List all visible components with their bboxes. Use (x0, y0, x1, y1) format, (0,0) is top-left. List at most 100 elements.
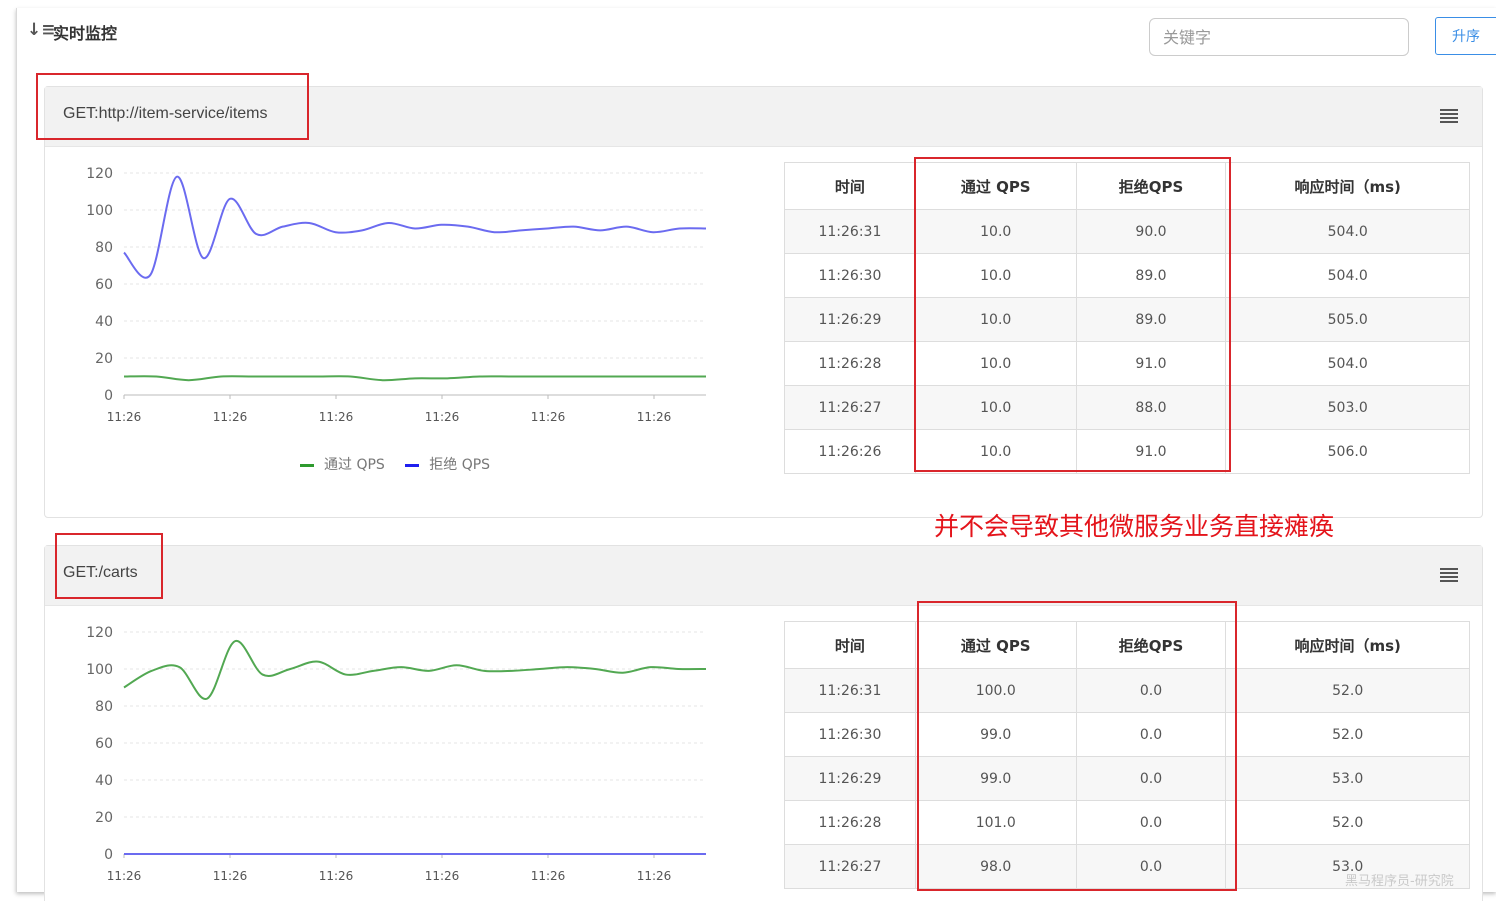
page-title: 实时监控 (53, 24, 118, 43)
table-cell: 11:26:29 (784, 297, 916, 342)
table-cell: 90.0 (1075, 209, 1227, 254)
table-cell: 504.0 (1225, 341, 1470, 386)
table-row: 11:26:31 10.0 90.0 504.0 (784, 209, 1470, 254)
col-header-block-qps: 拒绝QPS (1075, 162, 1227, 210)
card-header: GET:http://item-service/items (45, 87, 1482, 147)
block-qps-line[interactable] (123, 175, 707, 279)
qps-line-chart-carts: 0 20 40 60 80 100 120 11:26 11:26 11:26 11:26 11:26… (86, 625, 707, 883)
table-cell: 89.0 (1075, 297, 1227, 342)
table-row: 11:26:29 99.0 0.0 53.0 (784, 756, 1470, 801)
table-row: 11:26:26 10.0 91.0 506.0 (784, 429, 1470, 474)
table-cell: 100.0 (914, 668, 1077, 713)
table-row: 11:26:30 99.0 0.0 52.0 (784, 712, 1470, 757)
table-cell: 10.0 (914, 297, 1077, 342)
table-cell: 506.0 (1225, 429, 1470, 474)
x-tick-label: 11:26 (425, 869, 460, 883)
table-cell: 11:26:31 (784, 668, 916, 713)
y-tick-label: 80 (95, 240, 113, 256)
card-header: GET:/carts (45, 546, 1482, 606)
table-cell: 11:26:30 (784, 253, 916, 298)
table-cell: 11:26:27 (784, 844, 916, 889)
legend-item-pass[interactable]: 通过 QPS (300, 454, 385, 474)
y-tick-label: 100 (86, 203, 113, 219)
x-tick-label: 11:26 (637, 869, 672, 883)
table-row: 11:26:28 101.0 0.0 52.0 (784, 800, 1470, 845)
annotation-text: 并不会导致其他微服务业务直接瘫痪 (934, 512, 1335, 541)
y-tick-label: 60 (95, 277, 113, 293)
watermark: 黑马程序员-研究院 (1345, 874, 1454, 889)
stats-table-items: 时间 通过 QPS 拒绝QPS 响应时间（ms) 11:26:31 10.0 90.… (784, 162, 1470, 474)
table-cell: 52.0 (1225, 712, 1470, 757)
col-header-block-qps: 拒绝QPS (1075, 621, 1227, 669)
x-tick-label: 11:26 (425, 410, 460, 424)
y-tick-label: 40 (95, 773, 113, 789)
table-cell: 11:26:29 (784, 756, 916, 801)
x-tick-label: 11:26 (107, 410, 142, 424)
table-cell: 10.0 (914, 385, 1077, 430)
table-cell: 0.0 (1075, 712, 1227, 757)
x-tick-label: 11:26 (107, 869, 142, 883)
table-cell: 98.0 (914, 844, 1077, 889)
col-header-time: 时间 (784, 162, 916, 210)
y-tick-label: 120 (86, 166, 113, 182)
table-row: 11:26:28 10.0 91.0 504.0 (784, 341, 1470, 386)
hamburger-menu-icon[interactable] (1440, 109, 1458, 123)
pass-qps-line[interactable] (123, 375, 706, 382)
table-row: 11:26:29 10.0 89.0 505.0 (784, 297, 1470, 342)
x-tick-label: 11:26 (637, 410, 672, 424)
hamburger-menu-icon[interactable] (1440, 568, 1458, 582)
table-cell: 99.0 (914, 756, 1077, 801)
table-cell: 89.0 (1075, 253, 1227, 298)
y-tick-label: 120 (86, 625, 113, 641)
table-row: 11:26:31 100.0 0.0 52.0 (784, 668, 1470, 713)
legend-label-pass: 通过 QPS (324, 457, 385, 473)
table-cell: 11:26:30 (784, 712, 916, 757)
y-tick-label: 40 (95, 314, 113, 330)
x-tick-label: 11:26 (213, 410, 248, 424)
table-cell: 10.0 (914, 253, 1077, 298)
table-cell: 0.0 (1075, 756, 1227, 801)
sort-descending-icon: ↓≡ (27, 20, 56, 40)
resource-name: GET:/carts (63, 564, 138, 581)
y-tick-label: 0 (104, 847, 113, 863)
table-cell: 10.0 (914, 341, 1077, 386)
y-tick-label: 60 (95, 736, 113, 752)
table-cell: 0.0 (1075, 844, 1227, 889)
table-cell: 11:26:28 (784, 341, 916, 386)
x-tick-label: 11:26 (319, 410, 354, 424)
table-cell: 101.0 (914, 800, 1077, 845)
table-row: 11:26:27 10.0 88.0 503.0 (784, 385, 1470, 430)
x-tick-label: 11:26 (213, 869, 248, 883)
col-header-time: 时间 (784, 621, 916, 669)
table-cell: 91.0 (1075, 429, 1227, 474)
table-cell: 505.0 (1225, 297, 1470, 342)
table-row: 11:26:30 10.0 89.0 504.0 (784, 253, 1470, 298)
y-tick-label: 0 (104, 388, 113, 404)
y-tick-label: 80 (95, 699, 113, 715)
table-cell: 0.0 (1075, 800, 1227, 845)
pass-qps-line[interactable] (123, 640, 707, 700)
y-tick-label: 20 (95, 810, 113, 826)
y-tick-label: 20 (95, 351, 113, 367)
table-cell: 10.0 (914, 429, 1077, 474)
legend-label-block: 拒绝 QPS (429, 457, 491, 473)
table-cell: 99.0 (914, 712, 1077, 757)
table-cell: 11:26:31 (784, 209, 916, 254)
col-header-pass-qps: 通过 QPS (914, 162, 1077, 210)
col-header-rt: 响应时间（ms) (1225, 162, 1470, 210)
sort-ascending-button[interactable]: 升序 (1435, 17, 1496, 55)
keyword-search-input[interactable] (1149, 18, 1409, 56)
table-cell: 504.0 (1225, 209, 1470, 254)
table-cell: 503.0 (1225, 385, 1470, 430)
table-cell: 11:26:28 (784, 800, 916, 845)
table-cell: 0.0 (1075, 668, 1227, 713)
table-cell: 11:26:27 (784, 385, 916, 430)
table-cell: 10.0 (914, 209, 1077, 254)
stats-table-carts: 时间 通过 QPS 拒绝QPS 响应时间（ms) 11:26:31 100.0 0.… (784, 621, 1470, 889)
table-cell: 11:26:26 (784, 429, 916, 474)
x-tick-label: 11:26 (319, 869, 354, 883)
table-cell: 53.0 (1225, 756, 1470, 801)
legend-item-block[interactable]: 拒绝 QPS (405, 454, 490, 474)
resource-name: GET:http://item-service/items (63, 105, 268, 122)
table-cell: 91.0 (1075, 341, 1227, 386)
